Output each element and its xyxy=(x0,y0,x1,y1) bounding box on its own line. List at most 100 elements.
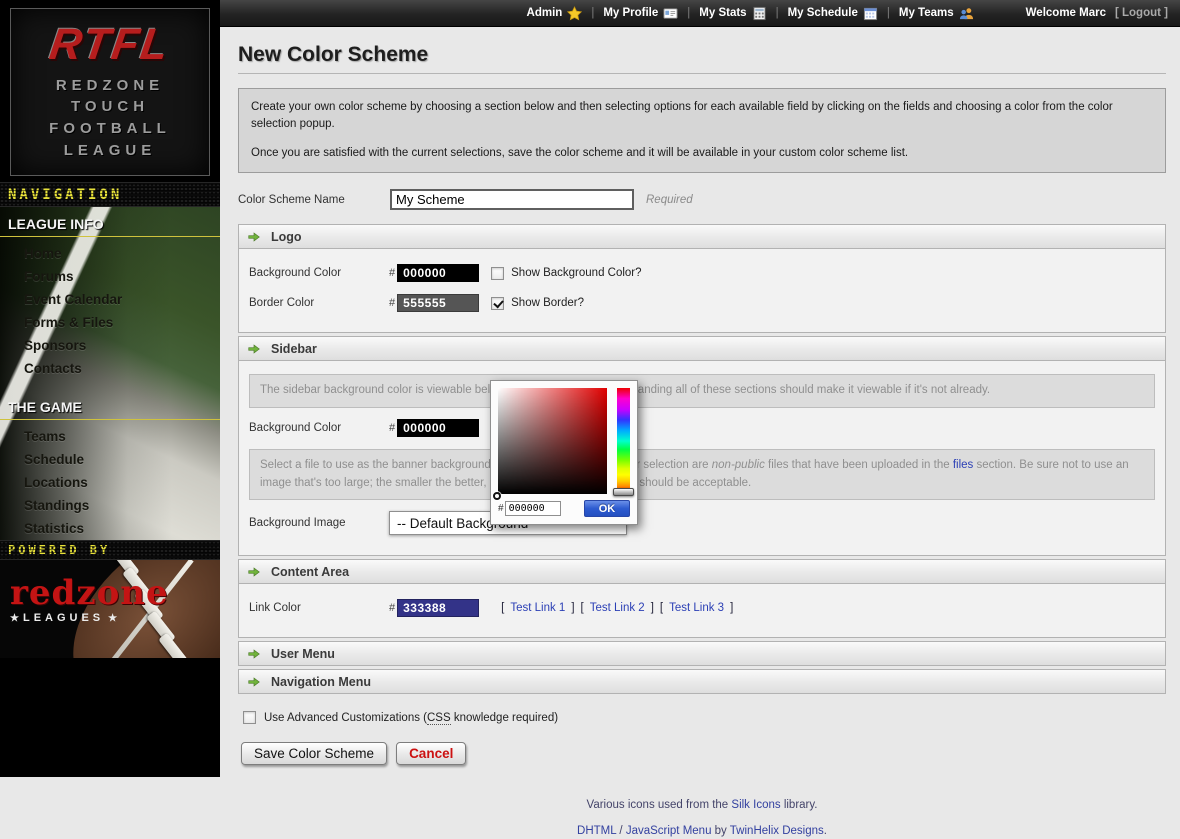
sidebar-section-league-info: LEAGUE INFO xyxy=(0,209,220,237)
sidebar-item-statistics[interactable]: Statistics xyxy=(0,517,220,540)
sidebar-item-forums[interactable]: Forums xyxy=(0,265,220,288)
league-logo-acronym: RTFL xyxy=(47,23,173,67)
color-picker-area xyxy=(498,388,630,494)
section-content-area-header[interactable]: Content Area xyxy=(238,559,1166,584)
sidebar-bg-color-label: Background Color xyxy=(249,422,389,434)
twinhelix-designs-link[interactable]: TwinHelix Designs xyxy=(730,825,824,837)
menu-item-my-teams[interactable]: My Teams xyxy=(899,6,974,21)
saturation-value-square[interactable] xyxy=(498,388,607,494)
menu-separator: | xyxy=(776,7,779,19)
sidebar-item-schedule[interactable]: Schedule xyxy=(0,448,220,471)
sidebar-item-forms-files[interactable]: Forms & Files xyxy=(0,311,220,334)
arrow-right-icon xyxy=(247,230,261,244)
section-sidebar-header[interactable]: Sidebar xyxy=(238,336,1166,361)
field-row: Background Color # 000000 xyxy=(249,419,1155,437)
hue-slider-handle[interactable] xyxy=(613,488,634,496)
section-logo: Logo Background Color # 000000 Show Back… xyxy=(238,224,1166,333)
hue-slider[interactable] xyxy=(617,388,630,494)
star-glyph: ★ xyxy=(108,613,117,624)
test-links: [Test Link 1] [Test Link 2] [Test Link 3… xyxy=(501,602,733,614)
footer-line-1: Various icons used from the Silk Icons l… xyxy=(238,797,1166,813)
banner-image-note: Select a file to use as the banner backg… xyxy=(249,449,1155,501)
show-border-checkbox[interactable] xyxy=(491,297,504,310)
section-user-menu-title: User Menu xyxy=(271,647,335,661)
hash-prefix: # xyxy=(389,602,395,614)
redzone-brand-name: redzone xyxy=(10,576,169,610)
scheme-name-label: Color Scheme Name xyxy=(238,194,390,206)
logout-link[interactable]: [ Logout ] xyxy=(1115,7,1168,19)
menu-item-my-teams-label: My Teams xyxy=(899,7,954,19)
section-user-menu-header[interactable]: User Menu xyxy=(238,641,1166,666)
ok-button[interactable]: OK xyxy=(584,500,630,517)
league-logo-frame: RTFL REDZONE TOUCH FOOTBALL LEAGUE xyxy=(10,8,210,176)
test-link-1[interactable]: Test Link 1 xyxy=(510,602,565,614)
sidebar-item-home[interactable]: Home xyxy=(0,242,220,265)
sidebar-item-event-calendar[interactable]: Event Calendar xyxy=(0,288,220,311)
save-color-scheme-button[interactable]: Save Color Scheme xyxy=(241,742,387,765)
logo-border-color-swatch[interactable]: 555555 xyxy=(397,294,479,312)
page-footer: Various icons used from the Silk Icons l… xyxy=(238,797,1166,838)
hash-prefix: # xyxy=(389,267,395,279)
field-row: Background Image -- Default Background -… xyxy=(249,511,1155,535)
section-navigation-menu-header[interactable]: Navigation Menu xyxy=(238,669,1166,694)
redzone-brand-sub: ★ LEAGUES ★ xyxy=(10,612,169,624)
files-link[interactable]: files xyxy=(953,459,973,471)
welcome-area: Welcome Marc [ Logout ] xyxy=(1026,7,1168,19)
banner-note-text: Select a file to use as the banner backg… xyxy=(260,459,712,471)
scheme-name-input[interactable] xyxy=(390,189,634,210)
navigation-banner: NAVIGATION xyxy=(0,182,220,207)
redzone-brand-text: redzone ★ LEAGUES ★ xyxy=(10,576,169,624)
advanced-customizations-checkbox[interactable] xyxy=(243,711,256,724)
footer-text: Various icons used from the xyxy=(587,799,732,811)
required-note: Required xyxy=(646,194,693,206)
sidebar-item-contacts[interactable]: Contacts xyxy=(0,357,220,380)
menu-separator: | xyxy=(687,7,690,19)
field-row: Background Color # 000000 Show Backgroun… xyxy=(249,264,1155,282)
javascript-menu-link[interactable]: JavaScript Menu xyxy=(626,825,712,837)
banner-note-text: files that have been uploaded in the xyxy=(765,459,953,471)
main-content: New Color Scheme Create your own color s… xyxy=(220,27,1180,777)
field-row: Link Color # 333388 [Test Link 1] [Test … xyxy=(249,599,1155,617)
bg-image-label: Background Image xyxy=(249,517,389,529)
sidebar-filler xyxy=(0,658,220,777)
show-bg-color-label: Show Background Color? xyxy=(511,267,641,279)
test-link-2[interactable]: Test Link 2 xyxy=(590,602,645,614)
link-color-label: Link Color xyxy=(249,602,389,614)
hash-prefix: # xyxy=(389,422,395,434)
cancel-button[interactable]: Cancel xyxy=(396,742,466,765)
menu-item-admin[interactable]: Admin xyxy=(527,6,583,21)
sidebar-item-teams[interactable]: Teams xyxy=(0,425,220,448)
hex-color-input[interactable] xyxy=(505,501,561,516)
menu-item-my-stats[interactable]: My Stats xyxy=(699,6,766,21)
section-logo-header[interactable]: Logo xyxy=(238,224,1166,249)
sidebar-item-sponsors[interactable]: Sponsors xyxy=(0,334,220,357)
logo-bg-color-swatch[interactable]: 000000 xyxy=(397,264,479,282)
menu-item-my-schedule-label: My Schedule xyxy=(788,7,858,19)
advanced-label-pre: Use Advanced Customizations ( xyxy=(264,712,427,724)
sidebar-item-standings[interactable]: Standings xyxy=(0,494,220,517)
link-color-swatch[interactable]: 333388 xyxy=(397,599,479,617)
show-bg-color-checkbox[interactable] xyxy=(491,267,504,280)
menu-item-my-stats-label: My Stats xyxy=(699,7,746,19)
color-selection-marker[interactable] xyxy=(493,492,501,500)
section-user-menu: User Menu xyxy=(238,641,1166,666)
menu-item-my-profile[interactable]: My Profile xyxy=(603,6,678,21)
footer-text: library. xyxy=(781,799,818,811)
dhtml-link[interactable]: DHTML xyxy=(577,825,616,837)
test-link-3[interactable]: Test Link 3 xyxy=(669,602,724,614)
calendar-icon xyxy=(863,6,878,21)
section-content-area-title: Content Area xyxy=(271,565,349,579)
silk-icons-link[interactable]: Silk Icons xyxy=(731,799,780,811)
section-sidebar: Sidebar The sidebar background color is … xyxy=(238,336,1166,556)
vcard-icon xyxy=(663,6,678,21)
bracket: ] xyxy=(730,602,733,614)
menu-item-my-schedule[interactable]: My Schedule xyxy=(788,6,878,21)
league-logo: RTFL REDZONE TOUCH FOOTBALL LEAGUE xyxy=(0,0,220,182)
footer-text: . xyxy=(824,825,827,837)
arrow-right-icon xyxy=(247,342,261,356)
sidebar-bg-color-swatch[interactable]: 000000 xyxy=(397,419,479,437)
sidebar-item-locations[interactable]: Locations xyxy=(0,471,220,494)
menu-separator: | xyxy=(591,7,594,19)
star-glyph: ★ xyxy=(10,613,19,624)
page-title: New Color Scheme xyxy=(238,43,1166,67)
